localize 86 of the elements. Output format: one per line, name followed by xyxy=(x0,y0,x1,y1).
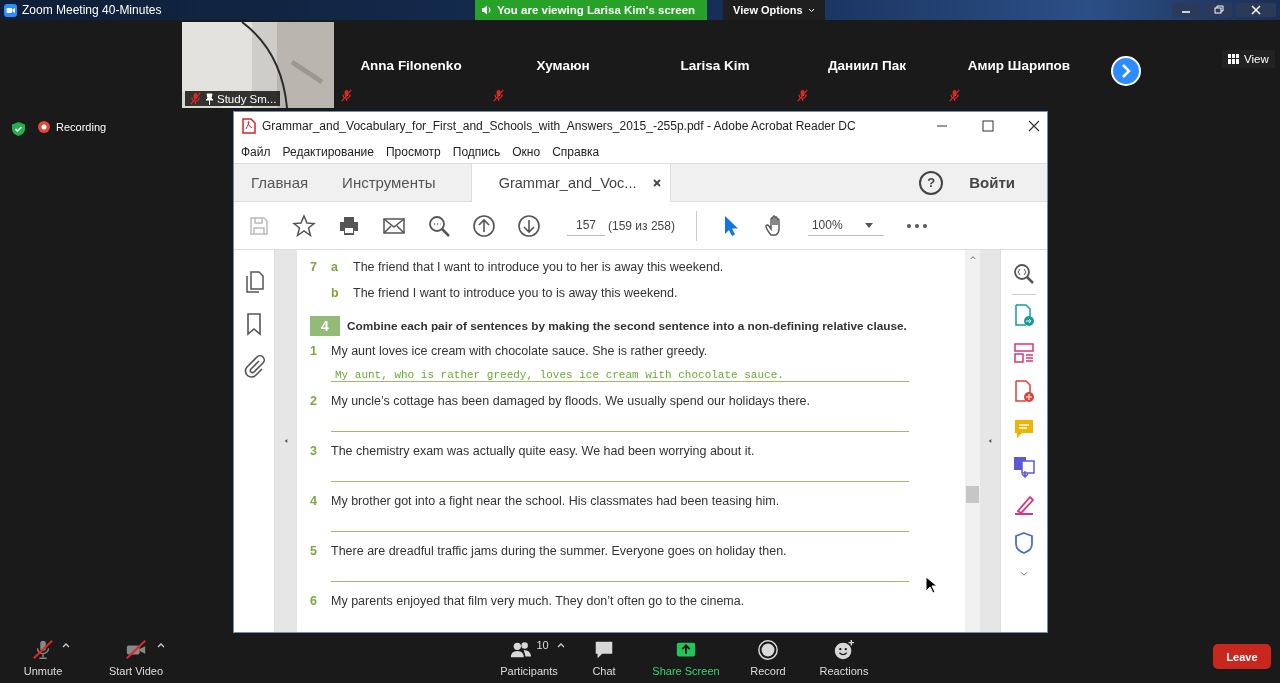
muted-mic-icon[interactable] xyxy=(32,639,54,661)
exercise-instruction: Combine each pair of sentences by making the second sentence into a non-defining relative clause. xyxy=(347,319,907,333)
item-number: 6 xyxy=(309,594,318,608)
toolbar-button[interactable]: Start Video xyxy=(90,639,182,677)
tab[interactable]: Grammar_and_Voc... xyxy=(470,164,672,202)
leave-button[interactable]: Leave xyxy=(1213,644,1271,669)
toolbar-button[interactable]: Chat xyxy=(568,639,640,677)
toolbar-button[interactable]: Reactions xyxy=(804,639,884,677)
tab[interactable]: Инструменты xyxy=(325,164,453,201)
participant-name: Anna Filonenko xyxy=(360,57,462,73)
view-options-button[interactable]: View Options xyxy=(723,0,825,20)
item-letter: b xyxy=(331,286,340,300)
toolbar-button[interactable]: Record xyxy=(732,639,804,677)
window-title: Zoom Meeting 40-Minutes xyxy=(22,3,162,17)
smiley-icon[interactable] xyxy=(833,639,855,661)
item-number: 1 xyxy=(309,344,318,358)
item-number: 2 xyxy=(309,394,318,408)
zoom-out-icon[interactable] xyxy=(427,213,451,238)
toolbar-button[interactable]: Unmute xyxy=(10,639,76,677)
menu-item[interactable]: Редактирование xyxy=(277,142,379,161)
item-number: 4 xyxy=(309,494,318,508)
attachment-icon[interactable] xyxy=(242,354,266,378)
sentence: My uncle’s cottage has been damaged by floods. We usually spend our holidays there. xyxy=(331,394,810,408)
menu-item[interactable]: Справка xyxy=(547,142,605,161)
mouse-cursor-icon xyxy=(925,576,937,594)
page-count: (159 из 258) xyxy=(608,218,675,233)
caret-icon[interactable] xyxy=(62,642,70,648)
create-pdf-icon[interactable] xyxy=(1012,379,1036,403)
fill-sign-icon[interactable] xyxy=(1012,493,1036,517)
organize-pages-icon[interactable] xyxy=(1012,341,1036,365)
pdf-file-icon xyxy=(242,118,256,134)
participant-name: Larisa Kim xyxy=(680,57,750,73)
tab[interactable]: Главная xyxy=(234,164,326,201)
speaker-icon xyxy=(481,5,492,15)
participant-name: Даниил Пак xyxy=(827,57,907,73)
shield-icon xyxy=(11,121,26,137)
sign-in-button[interactable]: Войти xyxy=(963,173,1021,192)
zoom-tool-icon[interactable] xyxy=(1012,262,1036,286)
exercise-number: 4 xyxy=(310,316,340,336)
menu-item[interactable]: Файл xyxy=(236,142,276,161)
item-number: 3 xyxy=(309,444,318,458)
caret-icon[interactable] xyxy=(157,642,165,648)
view-button[interactable]: View xyxy=(1222,50,1275,68)
item-letter: a xyxy=(331,260,339,274)
menu-item[interactable]: Просмотр xyxy=(380,142,446,161)
sentence: The friend that I want to introduce you to her is away this weekend. xyxy=(353,260,724,274)
sentence: My parents enjoyed that film very much. They don’t often go to the cinema. xyxy=(331,594,745,608)
sentence: The friend I want to introduce you to is away this weekend. xyxy=(353,286,678,300)
sentence: My aunt loves ice cream with chocolate sauce. She is rather greedy. xyxy=(331,344,708,358)
record-dot-icon xyxy=(38,121,50,133)
video-off-icon[interactable] xyxy=(123,639,149,661)
star-icon[interactable] xyxy=(292,213,316,238)
sentence: There are dreadful traffic jams during the summer. Everyone goes on holiday then. xyxy=(331,544,787,558)
item-number: 7 xyxy=(309,260,318,274)
sentence: My brother got into a fight near the school. His classmates had been teasing him. xyxy=(331,494,780,508)
caret-icon xyxy=(807,7,815,13)
recording-label: Recording xyxy=(56,121,107,133)
participant-name: Хумаюн xyxy=(536,57,590,73)
item-number: 5 xyxy=(309,544,318,558)
zoom-logo-icon xyxy=(4,3,17,17)
handwritten-answer: My aunt, who is rather greedy, loves ice cream with chocolate sauce. xyxy=(335,369,784,381)
menu-item[interactable]: Подпись xyxy=(447,142,506,161)
menu-item[interactable]: Окно xyxy=(507,142,546,161)
restore-icon[interactable] xyxy=(1204,3,1232,17)
caret-icon xyxy=(864,222,873,228)
combine-files-icon[interactable] xyxy=(1012,455,1036,479)
window-title: Grammar_and_Vocabulary_for_First_and_Schools_with_Answers_2015_-255p.pdf - Adobe Acrobat Reader DC xyxy=(262,119,856,133)
sentence: The chemistry exam was actually quite easy. We had been worrying about it. xyxy=(331,444,755,458)
participant-count: 10 xyxy=(536,639,549,651)
participant-name: Study Sm... xyxy=(217,92,277,105)
record-icon[interactable] xyxy=(757,639,779,661)
participant-name: Амир Шарипов xyxy=(967,57,1071,73)
protect-icon[interactable] xyxy=(1012,531,1036,555)
next-page-icon[interactable] xyxy=(1111,56,1141,86)
share-banner: You are viewing Larisa Kim's screen xyxy=(475,0,708,20)
export-pdf-icon[interactable] xyxy=(1012,303,1036,327)
toolbar-button[interactable]: 10 Participants xyxy=(490,639,568,677)
help-button[interactable]: ? xyxy=(919,170,944,195)
zoom-dropdown[interactable]: 100% xyxy=(807,215,884,236)
close-tab-icon[interactable] xyxy=(652,178,663,188)
close-icon[interactable] xyxy=(1236,3,1276,17)
toolbar-button[interactable]: Share Screen xyxy=(640,639,732,677)
grid-icon xyxy=(1228,54,1239,64)
caret-icon[interactable] xyxy=(556,642,565,648)
minimize-icon[interactable] xyxy=(1172,3,1200,17)
scrollbar-thumb[interactable] xyxy=(966,486,979,503)
